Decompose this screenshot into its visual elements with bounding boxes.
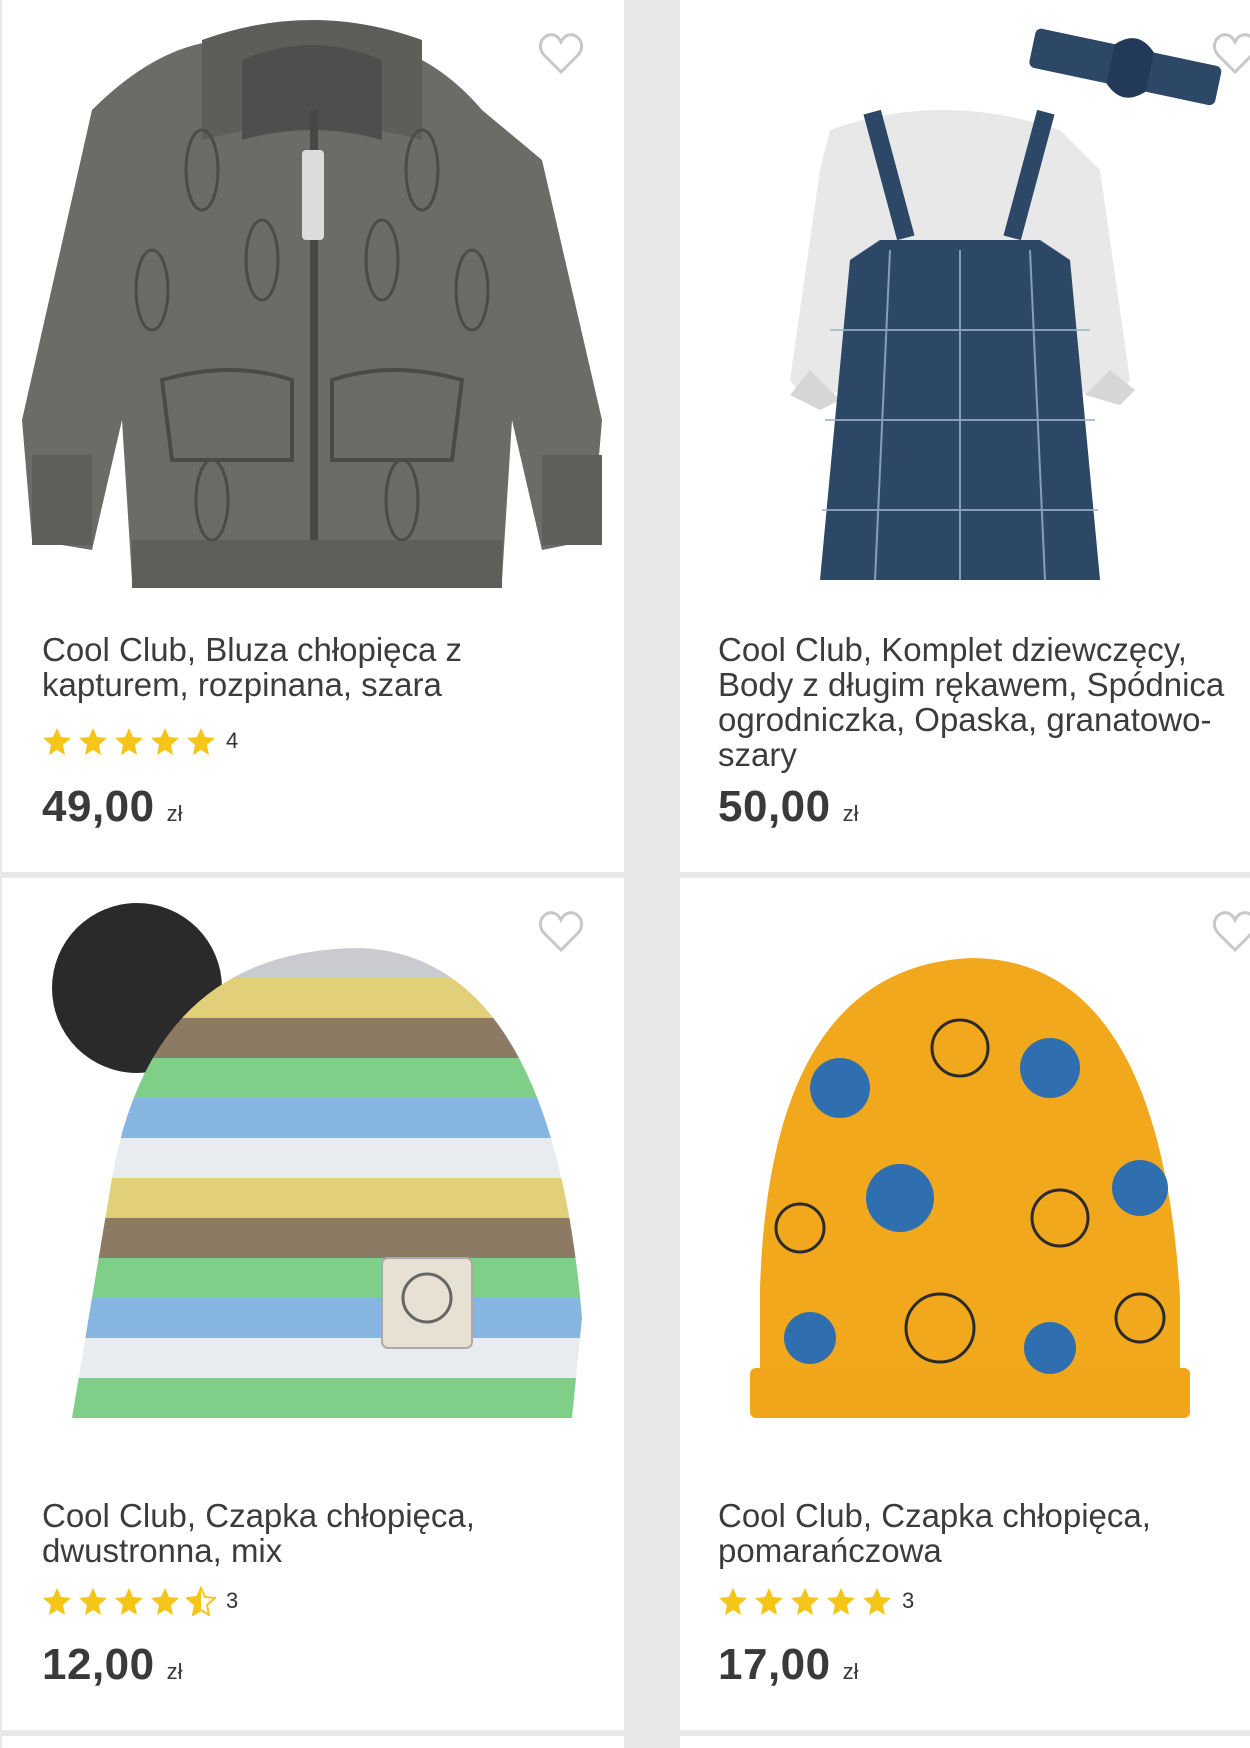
rating-count: 3 xyxy=(902,1588,915,1613)
star-icon xyxy=(827,1588,855,1615)
product-title[interactable]: Cool Club, Czapka chłopięca, pomarańczow… xyxy=(718,1498,1248,1568)
product-rating: 3 xyxy=(718,1584,914,1618)
favorite-heart-icon[interactable] xyxy=(1210,906,1250,956)
product-card[interactable]: Cool Club, Bluza chłopięca z kapturem, r… xyxy=(2,0,624,872)
product-image-dress-set[interactable] xyxy=(680,0,1250,600)
star-icon xyxy=(791,1588,819,1615)
rating-count: 3 xyxy=(226,1588,239,1613)
star-icon xyxy=(151,728,179,755)
product-image-orange-hat[interactable] xyxy=(680,878,1250,1478)
product-card[interactable]: Cool Club, Czapka chłopięca, dwustronna,… xyxy=(2,878,624,1730)
product-price: 49,00 zł xyxy=(42,782,183,832)
product-card[interactable]: Cool Club, Czapka chłopięca, pomarańczow… xyxy=(680,878,1250,1730)
product-title[interactable]: Cool Club, Czapka chłopięca, dwustronna,… xyxy=(42,1498,582,1568)
favorite-heart-icon[interactable] xyxy=(1210,28,1250,78)
star-icon xyxy=(115,728,143,755)
product-card-partial[interactable] xyxy=(2,1736,624,1748)
price-currency: zł xyxy=(166,1659,183,1684)
rating-count: 4 xyxy=(226,728,239,753)
star-icon xyxy=(43,1588,71,1615)
price-currency: zł xyxy=(166,801,183,826)
star-icon xyxy=(755,1588,783,1615)
star-icon xyxy=(43,728,71,755)
price-value: 49,00 xyxy=(42,782,155,831)
favorite-heart-icon[interactable] xyxy=(536,906,586,956)
star-icon xyxy=(115,1588,143,1615)
product-price: 17,00 zł xyxy=(718,1640,859,1690)
product-image-striped-hat[interactable] xyxy=(2,878,624,1478)
product-image-hoodie[interactable] xyxy=(2,0,624,600)
product-price: 12,00 zł xyxy=(42,1640,183,1690)
star-icon xyxy=(863,1588,891,1615)
star-half-icon xyxy=(186,1586,216,1616)
product-card-partial[interactable] xyxy=(680,1736,1250,1748)
price-value: 12,00 xyxy=(42,1640,155,1689)
product-title[interactable]: Cool Club, Komplet dziewczęcy, Body z dł… xyxy=(718,632,1248,772)
star-icon xyxy=(151,1588,179,1615)
product-title[interactable]: Cool Club, Bluza chłopięca z kapturem, r… xyxy=(42,632,582,702)
product-price: 50,00 zł xyxy=(718,782,859,832)
favorite-heart-icon[interactable] xyxy=(536,28,586,78)
product-card[interactable]: Cool Club, Komplet dziewczęcy, Body z dł… xyxy=(680,0,1250,872)
next-row-partial xyxy=(0,1736,1250,1748)
star-icon xyxy=(79,728,107,755)
price-value: 17,00 xyxy=(718,1640,831,1689)
star-icon xyxy=(187,728,215,755)
product-rating: 4 xyxy=(42,724,238,758)
price-currency: zł xyxy=(842,801,859,826)
price-currency: zł xyxy=(842,1659,859,1684)
star-icon xyxy=(719,1588,747,1615)
star-icon xyxy=(79,1588,107,1615)
price-value: 50,00 xyxy=(718,782,831,831)
product-rating: 3 xyxy=(42,1584,238,1618)
